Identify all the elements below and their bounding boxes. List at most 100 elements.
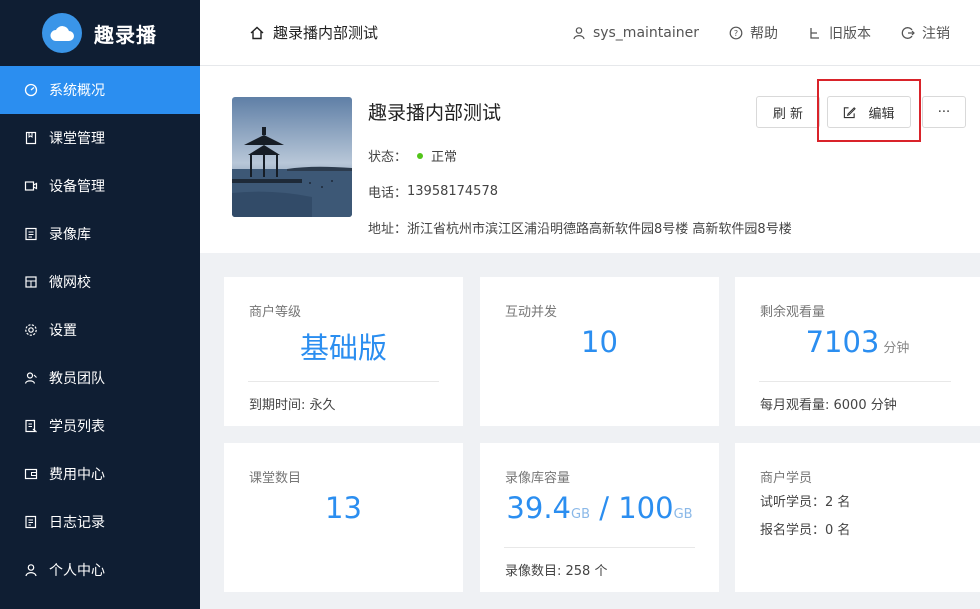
user-icon (24, 563, 38, 577)
gear-icon (24, 323, 38, 337)
trial-members: 试听学员：2 名 (760, 495, 851, 510)
sidebar-item-overview[interactable]: 系统概况 (0, 66, 200, 114)
user-menu[interactable]: sys_maintainer (572, 25, 699, 41)
phone-label: 电话： (368, 186, 408, 201)
log-icon (24, 515, 38, 529)
app-name: 趣录播 (94, 22, 157, 47)
sidebar-item-team[interactable]: 教员团队 (0, 354, 200, 402)
sidebar-item-label: 费用中心 (49, 467, 105, 483)
sidebar-item-recordings[interactable]: 录像库 (0, 210, 200, 258)
logo[interactable]: 趣录播 (0, 0, 200, 66)
help-link[interactable]: ? 帮助 (729, 23, 778, 43)
sidebar-item-label: 课堂管理 (49, 131, 105, 147)
sidebar-item-label: 设置 (49, 323, 77, 339)
refresh-button[interactable]: 刷 新 (756, 96, 820, 128)
address-label: 地址： (368, 222, 408, 237)
shop-info-panel: 趣录播内部测试 状态： 正常 电话： 13958174578 地址： 浙江省杭州市滨江… (200, 66, 980, 253)
sidebar-item-label: 设备管理 (49, 179, 105, 195)
cloud-icon (42, 13, 82, 53)
card-label: 课堂数目 (249, 471, 302, 486)
card-label: 商户学员 (760, 471, 813, 486)
breadcrumb[interactable]: 趣录播内部测试 (249, 22, 378, 43)
enrolled-members: 报名学员：0 名 (760, 523, 851, 538)
back-icon (810, 28, 819, 39)
refresh-label: 刷 新 (772, 106, 804, 122)
address-line: 地址： 浙江省杭州市滨江区浦沿明德路高新软件园8号楼 高新软件园8号楼 (368, 218, 792, 237)
old-version-label: 旧版本 (829, 26, 871, 42)
help-label: 帮助 (750, 26, 778, 42)
book-icon (24, 131, 38, 145)
card-value: 39.4GB / 100GB (480, 491, 719, 525)
card-class-count: 课堂数目 13 (224, 443, 463, 592)
breadcrumb-label: 趣录播内部测试 (273, 24, 379, 42)
more-button[interactable]: ··· (922, 96, 966, 128)
card-merchant-level: 商户等级 基础版 到期时间: 永久 (224, 277, 463, 426)
card-concurrency: 互动并发 10 (480, 277, 719, 426)
card-value: 10 (581, 325, 618, 359)
sidebar-item-billing[interactable]: 费用中心 (0, 450, 200, 498)
sidebar-item-school[interactable]: 微网校 (0, 258, 200, 306)
sidebar-item-label: 教员团队 (49, 371, 105, 387)
card-label: 录像库容量 (505, 471, 571, 486)
sidebar-item-devices[interactable]: 设备管理 (0, 162, 200, 210)
phone-value: 13958174578 (407, 184, 498, 199)
shop-title: 趣录播内部测试 (368, 102, 502, 124)
dashboard-icon (24, 83, 38, 97)
shop-photo (232, 97, 352, 217)
remaining-unit: 分钟 (883, 341, 910, 356)
sidebar-item-students[interactable]: 学员列表 (0, 402, 200, 450)
card-label: 剩余观看量 (760, 305, 826, 320)
storage-total: 100 (618, 491, 674, 525)
sidebar-item-profile[interactable]: 个人中心 (0, 546, 200, 594)
status-value: 正常 (431, 150, 458, 165)
home-icon (250, 26, 264, 39)
sidebar-item-label: 学员列表 (49, 419, 105, 435)
divider (248, 381, 439, 382)
sidebar-item-label: 个人中心 (49, 563, 105, 579)
status-dot (417, 152, 424, 159)
logout-link[interactable]: 注销 (901, 23, 950, 43)
old-version-link[interactable]: 旧版本 (808, 23, 871, 43)
card-remaining-views: 剩余观看量 7103 分钟 每月观看量: 6000 分钟 (735, 277, 980, 426)
user-icon (573, 27, 585, 40)
card-members: 商户学员 试听学员：2 名 报名学员：0 名 (735, 443, 980, 592)
video-icon (24, 179, 38, 193)
phone-line: 电话： 13958174578 (368, 182, 498, 201)
address-value: 浙江省杭州市滨江区浦沿明德路高新软件园8号楼 高新软件园8号楼 (407, 222, 792, 237)
logout-icon (901, 27, 915, 39)
svg-text:?: ? (734, 29, 738, 38)
sidebar-item-label: 日志记录 (49, 515, 105, 531)
storage-separator: / (599, 491, 609, 525)
sidebar-item-settings[interactable]: 设置 (0, 306, 200, 354)
logout-label: 注销 (922, 26, 950, 42)
sidebar-item-logs[interactable]: 日志记录 (0, 498, 200, 546)
storage-total-unit: GB (673, 507, 693, 522)
status-label: 状态： (368, 150, 408, 165)
edit-highlight-box (817, 79, 921, 142)
sidebar-item-label: 系统概况 (49, 83, 105, 99)
more-label: ··· (937, 104, 951, 120)
card-value: 7103 分钟 (735, 325, 980, 359)
storage-used: 39.4 (506, 491, 571, 525)
card-foot: 到期时间: 永久 (249, 398, 336, 413)
sidebar: 趣录播 系统概况 课堂管理 设备管理 录像库 微网校 设置 教员团队 学员列表 … (0, 0, 200, 609)
card-foot: 录像数目: 258 个 (505, 564, 608, 579)
remaining-value: 7103 (805, 325, 880, 359)
card-value: 基础版 (299, 331, 387, 365)
card-label: 互动并发 (505, 305, 558, 320)
help-icon: ? (729, 26, 743, 40)
sidebar-item-classroom[interactable]: 课堂管理 (0, 114, 200, 162)
team-icon (24, 371, 38, 385)
card-value: 13 (325, 491, 362, 525)
students-icon (24, 419, 38, 433)
card-storage: 录像库容量 39.4GB / 100GB 录像数目: 258 个 (480, 443, 719, 592)
username: sys_maintainer (592, 25, 699, 41)
divider (759, 381, 951, 382)
wallet-icon (24, 467, 38, 481)
top-bar: 趣录播内部测试 sys_maintainer ? 帮助 旧版本 注销 (200, 0, 980, 66)
top-actions: sys_maintainer ? 帮助 旧版本 注销 (572, 0, 980, 66)
card-label: 商户等级 (249, 305, 302, 320)
divider (504, 547, 695, 548)
sidebar-item-label: 微网校 (49, 275, 91, 291)
sidebar-item-label: 录像库 (49, 227, 91, 243)
